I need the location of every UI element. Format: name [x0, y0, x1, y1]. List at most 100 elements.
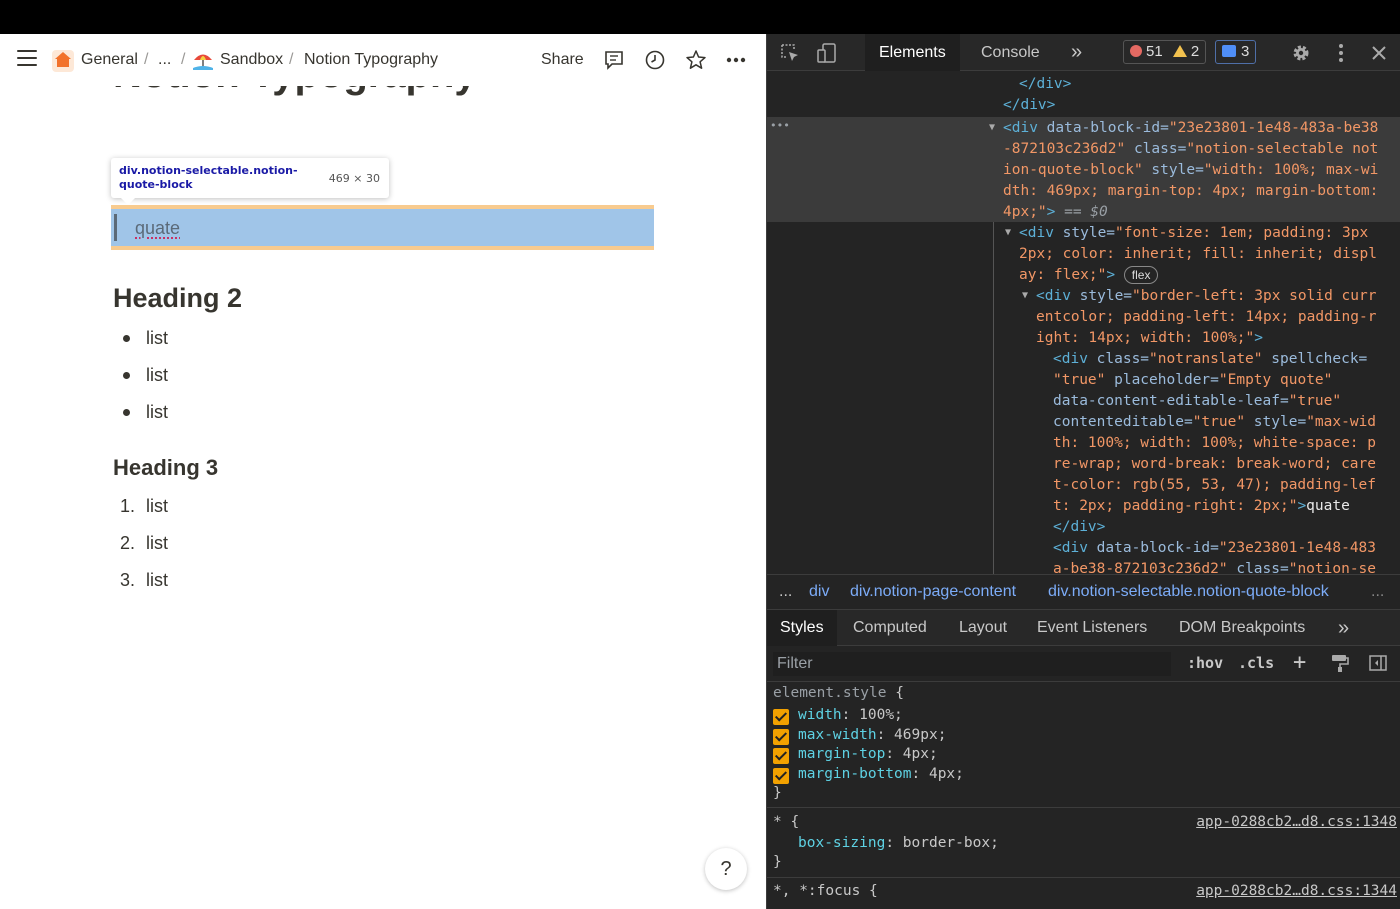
tab-elements[interactable]: Elements — [865, 34, 960, 71]
property-checkbox[interactable] — [773, 748, 789, 764]
breadcrumb-overflow[interactable]: ... — [779, 575, 792, 609]
star-icon[interactable] — [685, 49, 707, 76]
close-icon[interactable] — [1368, 42, 1390, 69]
hov-toggle[interactable]: :hov — [1187, 654, 1223, 672]
dom-line[interactable]: </div> — [1003, 95, 1055, 116]
breadcrumb-sandbox[interactable]: Sandbox — [220, 50, 283, 70]
devtools-toolbar: Elements Console » 51 2 3 — [767, 34, 1400, 71]
list-item[interactable]: list — [146, 496, 168, 517]
css-property[interactable]: margin-top: 4px; — [798, 746, 938, 762]
dom-line[interactable]: <div data-block-id="23e23801-1e48-483 — [1053, 538, 1376, 559]
tab-event-listeners[interactable]: Event Listeners — [1024, 610, 1160, 646]
dom-line[interactable]: t-color: rgb(55, 53, 47); padding-lef — [1053, 475, 1376, 496]
breadcrumb-separator: / — [181, 51, 186, 68]
device-toolbar-icon[interactable] — [816, 42, 838, 69]
dom-line[interactable]: "true" placeholder="Empty quote" — [1053, 370, 1332, 391]
dom-line-selected[interactable]: <div data-block-id="23e23801-1e48-483a-b… — [1003, 118, 1378, 139]
more-tabs-button[interactable]: » — [1057, 34, 1096, 71]
css-property[interactable]: margin-bottom: 4px; — [798, 766, 964, 782]
expand-arrow-icon[interactable]: ▼ — [989, 118, 995, 139]
dom-line[interactable]: contenteditable="true" style="max-wid — [1053, 412, 1376, 433]
quote-text[interactable]: quate — [135, 218, 180, 239]
css-property[interactable]: box-sizing: border-box; — [798, 835, 999, 851]
dom-line[interactable]: <div style="font-size: 1em; padding: 3px — [1019, 223, 1368, 244]
node-actions-icon[interactable]: ••• — [770, 116, 790, 137]
list-item[interactable]: list — [146, 533, 168, 554]
property-checkbox[interactable] — [773, 709, 789, 725]
styles-subtabs: Styles Computed Layout Event Listeners D… — [767, 610, 1400, 646]
styles-pane: element.style { width: 100%; max-width: … — [767, 682, 1400, 909]
toggle-sidebar-icon[interactable] — [1368, 653, 1388, 678]
list-item[interactable]: list — [146, 328, 168, 349]
dom-line[interactable]: </div> — [1019, 74, 1071, 95]
dom-line[interactable]: <div class="notranslate" spellcheck= — [1053, 349, 1367, 370]
dom-line[interactable]: t: 2px; padding-right: 2px;">quate — [1053, 496, 1350, 517]
universal-rule-selector: * { — [773, 814, 800, 830]
menu-icon[interactable] — [17, 50, 37, 70]
quote-block[interactable] — [111, 209, 654, 246]
warning-count: 2 — [1190, 43, 1200, 60]
messages-counter[interactable]: 3 — [1215, 40, 1257, 64]
issues-counter[interactable]: 51 2 — [1123, 40, 1207, 64]
tab-computed[interactable]: Computed — [840, 610, 940, 646]
dom-line[interactable]: ay: flex;"> flex — [1019, 265, 1159, 286]
dom-line[interactable]: th: 100%; width: 100%; white-space: p — [1053, 433, 1376, 454]
list-item[interactable]: list — [146, 402, 168, 423]
dom-line-selected[interactable]: dth: 469px; margin-top: 4px; margin-bott… — [1003, 181, 1378, 202]
list-item[interactable]: list — [146, 570, 168, 591]
focus-rule-selector: *, *:focus { — [773, 883, 878, 899]
dom-line-selected[interactable]: 4px;"> == $0 — [1003, 202, 1108, 223]
dom-line-selected[interactable]: ion-quote-block" style="width: 100%; max… — [1003, 160, 1378, 181]
new-rule-button[interactable]: + — [1293, 650, 1306, 675]
share-button[interactable]: Share — [541, 50, 584, 70]
devtools-panel: Elements Console » 51 2 3 </div> </div> … — [766, 34, 1400, 909]
dom-line[interactable]: entcolor; padding-left: 14px; padding-r — [1036, 307, 1376, 328]
breadcrumb-page-content[interactable]: div.notion-page-content — [850, 575, 1016, 609]
dom-breadcrumb-bar: ... div div.notion-page-content div.noti… — [767, 574, 1400, 610]
heading-3[interactable]: Heading 3 — [113, 455, 218, 481]
breadcrumb-ellipsis[interactable]: ... — [158, 50, 171, 70]
cls-toggle[interactable]: .cls — [1238, 654, 1274, 672]
dom-line[interactable]: re-wrap; word-break: break-word; care — [1053, 454, 1376, 475]
dom-line[interactable]: data-content-editable-leaf="true" — [1053, 391, 1341, 412]
styles-filter-bar: :hov .cls + — [767, 646, 1400, 682]
tab-layout[interactable]: Layout — [946, 610, 1020, 646]
stylesheet-source-link[interactable]: app-0288cb2…d8.css:1344 — [1196, 883, 1397, 899]
list-item[interactable]: list — [146, 365, 168, 386]
breadcrumb-quote-block[interactable]: div.notion-selectable.notion-quote-block — [1048, 575, 1329, 609]
breadcrumb-div[interactable]: div — [809, 575, 829, 609]
breadcrumb-general[interactable]: General — [81, 50, 138, 70]
css-property[interactable]: width: 100%; — [798, 707, 903, 723]
tab-styles[interactable]: Styles — [767, 610, 837, 646]
dom-line-selected[interactable]: -872103c236d2" class="notion-selectable … — [1003, 139, 1378, 160]
dom-line[interactable]: ight: 14px; width: 100%;"> — [1036, 328, 1263, 349]
expand-arrow-icon[interactable]: ▼ — [1022, 286, 1028, 307]
clock-icon[interactable] — [644, 49, 666, 76]
settings-gear-icon[interactable] — [1290, 42, 1312, 69]
dom-line[interactable]: 2px; color: inherit; fill: inherit; disp… — [1019, 244, 1377, 265]
inspect-element-icon[interactable] — [779, 42, 801, 69]
dom-line[interactable]: </div> — [1053, 517, 1105, 538]
tab-console[interactable]: Console — [967, 34, 1054, 71]
warning-icon — [1172, 45, 1187, 57]
kebab-menu-icon[interactable] — [1330, 42, 1352, 69]
property-checkbox[interactable] — [773, 768, 789, 784]
more-options-icon[interactable] — [725, 49, 747, 76]
paint-roller-icon[interactable] — [1330, 653, 1350, 678]
dom-line[interactable]: <div style="border-left: 3px solid curr — [1036, 286, 1376, 307]
breadcrumb-overflow[interactable]: ... — [1371, 575, 1384, 609]
tab-dom-breakpoints[interactable]: DOM Breakpoints — [1166, 610, 1318, 646]
css-property[interactable]: max-width: 469px; — [798, 727, 946, 743]
comment-icon[interactable] — [603, 49, 625, 76]
property-checkbox[interactable] — [773, 729, 789, 745]
rule-close-brace: } — [773, 785, 782, 801]
error-icon — [1130, 45, 1142, 57]
stylesheet-source-link[interactable]: app-0288cb2…d8.css:1348 — [1196, 814, 1397, 830]
flex-badge[interactable]: flex — [1123, 266, 1159, 284]
help-button[interactable]: ? — [705, 848, 747, 890]
more-subtabs-button[interactable]: » — [1325, 610, 1362, 646]
expand-arrow-icon[interactable]: ▼ — [1005, 223, 1011, 244]
breadcrumb-current-page[interactable]: Notion Typography — [304, 50, 438, 70]
styles-filter-input[interactable] — [773, 652, 1171, 676]
heading-2[interactable]: Heading 2 — [113, 283, 242, 314]
